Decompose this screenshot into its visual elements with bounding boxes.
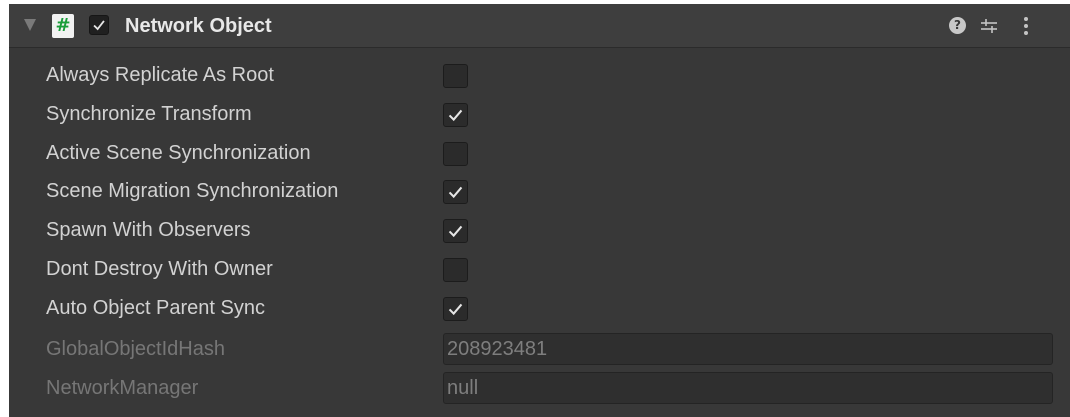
kebab-menu-icon[interactable] — [1021, 15, 1031, 37]
always-replicate-as-root-checkbox[interactable] — [443, 64, 468, 88]
foldout-arrow-icon[interactable] — [24, 19, 36, 31]
component-enabled-checkbox[interactable] — [89, 15, 109, 35]
property-row-auto-object-parent-sync: Auto Object Parent Sync — [9, 290, 1070, 326]
checkmark-icon — [448, 303, 463, 316]
property-row-active-scene-synchronization: Active Scene Synchronization — [9, 135, 1070, 171]
field-value: null — [447, 377, 479, 399]
preset-icon[interactable] — [979, 16, 999, 36]
checkmark-icon — [448, 225, 463, 238]
checkmark-icon — [448, 186, 463, 199]
property-row-network-manager: NetworkManager null — [9, 370, 1070, 406]
synchronize-transform-checkbox[interactable] — [443, 103, 468, 127]
auto-object-parent-sync-checkbox[interactable] — [443, 297, 468, 321]
help-icon[interactable]: ? — [949, 17, 966, 34]
property-label: Active Scene Synchronization — [46, 142, 311, 164]
property-label: NetworkManager — [46, 377, 199, 399]
property-row-synchronize-transform: Synchronize Transform — [9, 96, 1070, 132]
global-object-id-hash-field: 208923481 — [443, 333, 1053, 365]
script-icon: # — [52, 14, 74, 38]
component-header[interactable]: # Network Object ? — [9, 4, 1070, 48]
inspector-component-panel: # Network Object ? Always Replicate As R… — [9, 4, 1070, 417]
property-label: Scene Migration Synchronization — [46, 180, 339, 202]
dont-destroy-with-owner-checkbox[interactable] — [443, 258, 468, 282]
active-scene-synchronization-checkbox[interactable] — [443, 142, 468, 166]
component-title: Network Object — [125, 15, 272, 37]
spawn-with-observers-checkbox[interactable] — [443, 219, 468, 243]
property-label: Spawn With Observers — [46, 219, 251, 241]
property-row-dont-destroy-with-owner: Dont Destroy With Owner — [9, 251, 1070, 287]
property-label: Always Replicate As Root — [46, 64, 274, 86]
property-label: Synchronize Transform — [46, 103, 252, 125]
property-row-scene-migration-synchronization: Scene Migration Synchronization — [9, 173, 1070, 209]
checkmark-icon — [448, 109, 463, 122]
property-row-spawn-with-observers: Spawn With Observers — [9, 212, 1070, 248]
field-value: 208923481 — [447, 338, 548, 360]
checkmark-icon — [93, 20, 105, 31]
property-label: Auto Object Parent Sync — [46, 297, 266, 319]
network-manager-field: null — [443, 372, 1053, 404]
property-label: Dont Destroy With Owner — [46, 258, 273, 280]
property-row-global-object-id-hash: GlobalObjectIdHash 208923481 — [9, 331, 1070, 367]
property-row-always-replicate-as-root: Always Replicate As Root — [9, 57, 1070, 93]
scene-migration-synchronization-checkbox[interactable] — [443, 180, 468, 204]
property-label: GlobalObjectIdHash — [46, 338, 225, 360]
